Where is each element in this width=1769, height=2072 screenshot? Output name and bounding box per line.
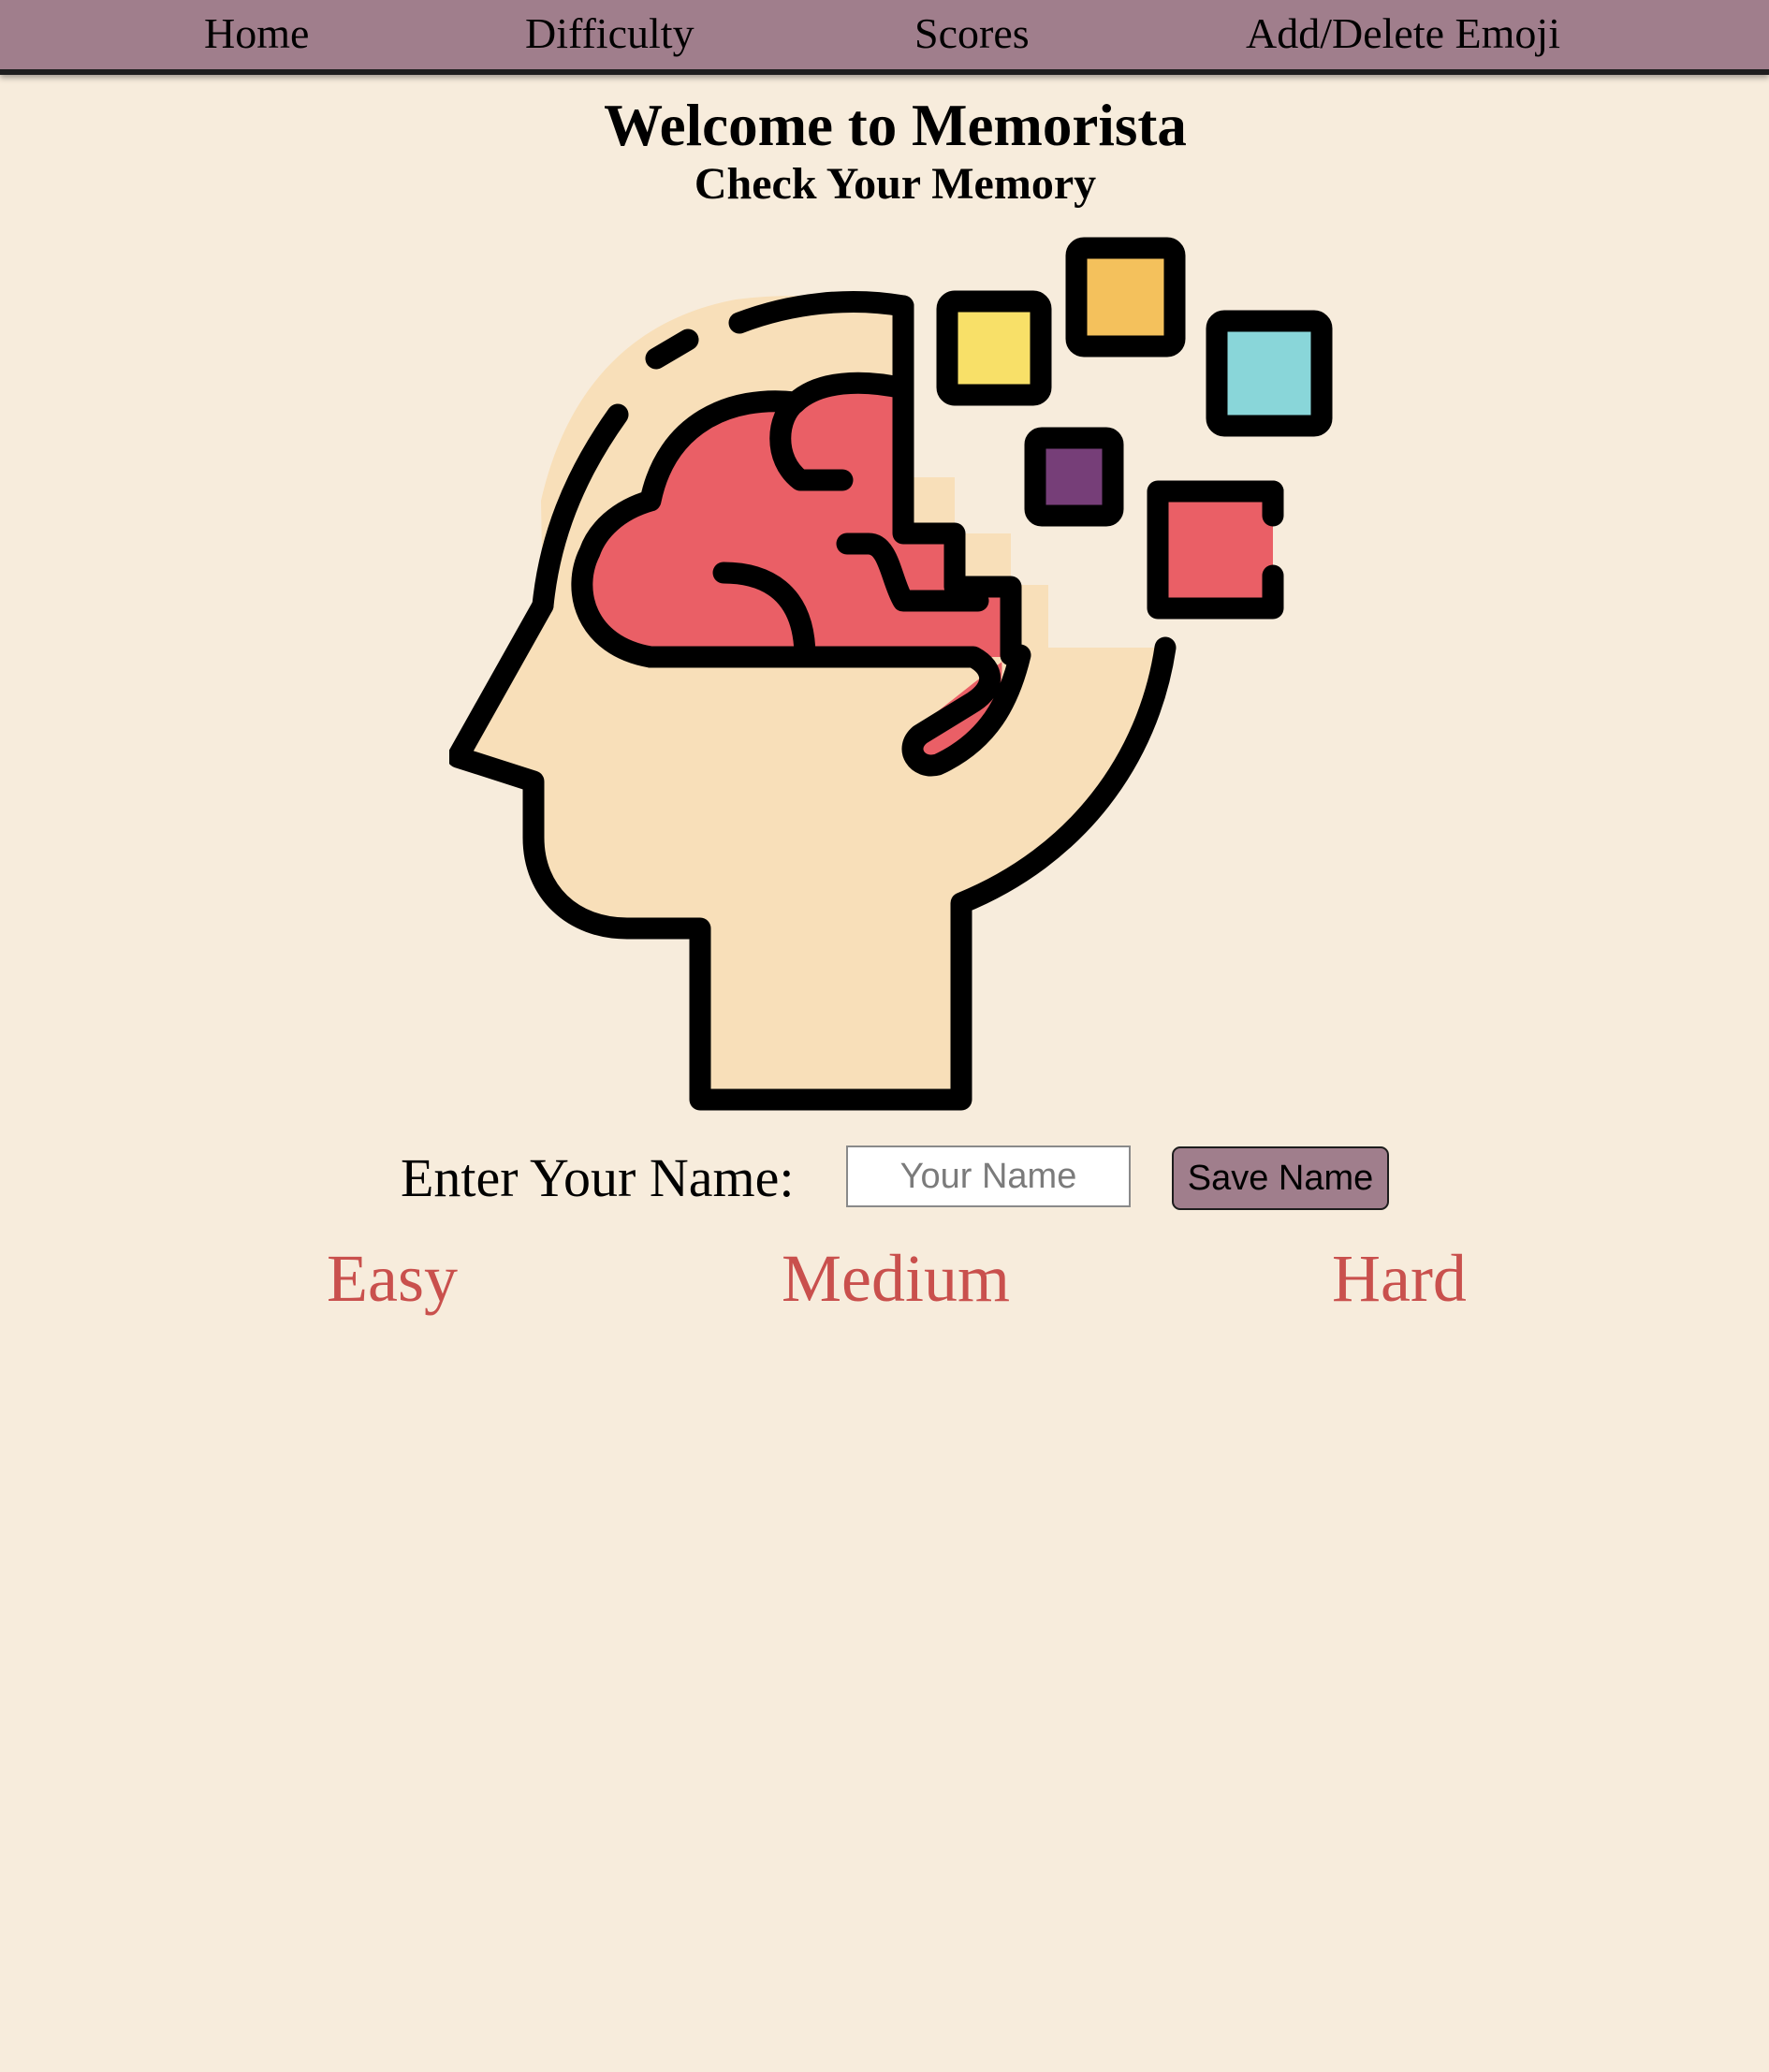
difficulty-hard[interactable]: Hard [1332,1237,1467,1320]
nav-item-add-delete-emoji[interactable]: Add/Delete Emoji [1246,0,1560,67]
name-label: Enter Your Name: [401,1147,795,1208]
name-input[interactable] [846,1145,1131,1207]
difficulty-medium[interactable]: Medium [782,1237,1010,1320]
navbar: Home Difficulty Scores Add/Delete Emoji [0,0,1769,69]
page-subtitle: Check Your Memory [694,159,1097,209]
nav-item-difficulty[interactable]: Difficulty [525,0,694,67]
nav-item-home[interactable]: Home [204,0,309,67]
nav-item-scores[interactable]: Scores [914,0,1030,67]
memory-head-brain-icon [446,229,1348,1128]
difficulty-easy[interactable]: Easy [327,1237,458,1320]
save-name-button[interactable]: Save Name [1172,1146,1389,1210]
page-title: Welcome to Memorista [604,93,1187,158]
